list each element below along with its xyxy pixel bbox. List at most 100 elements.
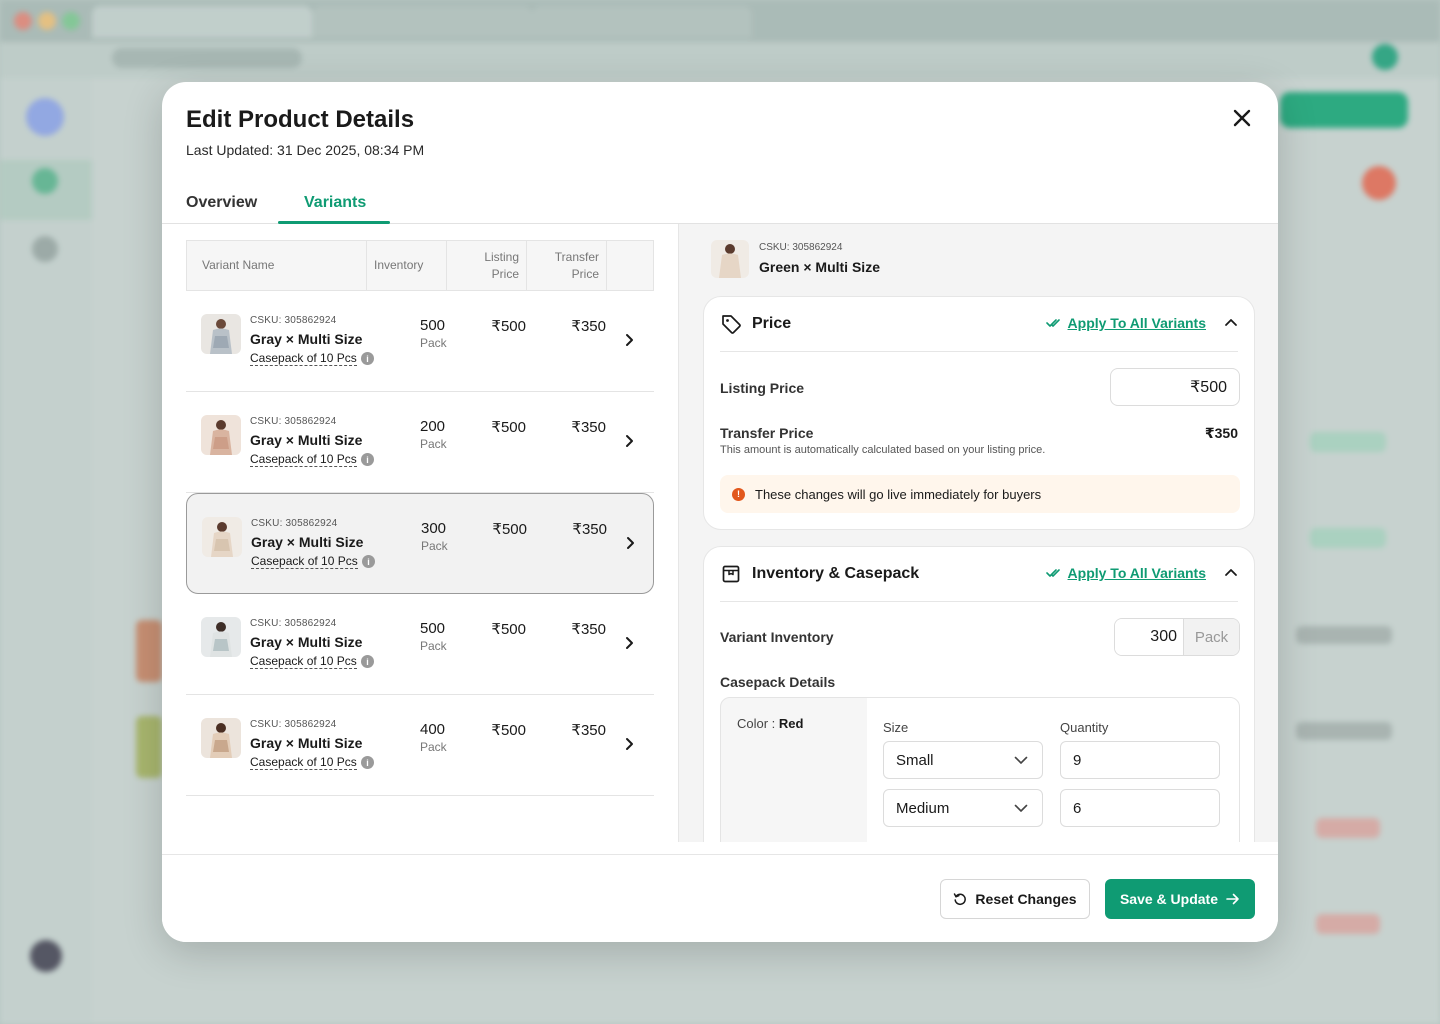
close-icon <box>1233 109 1251 127</box>
bg-sidebar-icon <box>32 236 58 262</box>
chevron-right-icon <box>626 334 633 346</box>
size-select[interactable]: Small <box>883 741 1043 779</box>
table-row[interactable]: CSKU: 305862924 Gray × Multi Size Casepa… <box>186 392 654 493</box>
chevron-up-icon[interactable] <box>1224 567 1238 577</box>
transfer-price-value: ₹350 <box>571 722 606 739</box>
chevron-up-icon[interactable] <box>1224 317 1238 327</box>
info-icon[interactable]: i <box>361 453 374 466</box>
column-divider <box>366 241 367 290</box>
apply-inventory-to-all-link[interactable]: Apply To All Variants <box>1045 565 1206 581</box>
column-header-inventory: Inventory <box>374 258 424 272</box>
bg-browser-tab <box>312 6 532 38</box>
transfer-price-value: ₹350 <box>571 419 606 436</box>
variant-thumbnail <box>202 517 242 557</box>
color-label: Color : <box>737 716 779 731</box>
listing-price-value: ₹500 <box>491 419 526 436</box>
listing-price-label: Listing Price <box>720 380 805 396</box>
close-button[interactable] <box>1228 104 1256 132</box>
listing-price-input[interactable] <box>1110 368 1240 406</box>
quantity-input[interactable] <box>1060 741 1220 779</box>
box-icon <box>722 565 740 583</box>
header-text: Transfer <box>554 249 599 264</box>
bg-window-dot <box>14 12 32 30</box>
variant-inventory-input[interactable] <box>1115 619 1183 655</box>
inventory-unit: Pack <box>420 336 447 350</box>
table-row[interactable]: CSKU: 305862924 Gray × Multi Size Casepa… <box>186 695 654 796</box>
inventory-value: 200 <box>420 418 446 435</box>
table-row[interactable]: CSKU: 305862924 Gray × Multi Size Casepa… <box>186 594 654 695</box>
info-icon[interactable]: i <box>361 756 374 769</box>
tab-variants[interactable]: Variants <box>304 194 366 212</box>
tab-overview[interactable]: Overview <box>186 194 257 212</box>
chevron-right-icon <box>627 537 634 549</box>
column-header-variant-name: Variant Name <box>202 258 275 272</box>
casepack-link[interactable]: Casepack of 10 Pcs <box>250 351 357 366</box>
info-icon[interactable]: i <box>361 352 374 365</box>
size-select[interactable]: Medium <box>883 789 1043 827</box>
table-row-selected[interactable]: CSKU: 305862924 Gray × Multi Size Casepa… <box>186 493 654 594</box>
size-select-value: Medium <box>896 799 950 817</box>
chevron-right-icon <box>626 637 633 649</box>
bg-browser-tab <box>532 6 752 38</box>
chevron-right-icon <box>626 738 633 750</box>
variant-name: Gray × Multi Size <box>250 634 363 650</box>
chevron-down-icon <box>1014 804 1028 812</box>
variant-thumbnail <box>201 415 241 455</box>
card-divider <box>720 601 1238 602</box>
reset-changes-button[interactable]: Reset Changes <box>940 879 1090 919</box>
listing-price-value: ₹500 <box>491 318 526 335</box>
bg-user-avatar <box>30 940 62 972</box>
variant-thumbnail <box>201 718 241 758</box>
bg-logo <box>26 98 64 136</box>
bg-product-thumb <box>136 716 162 778</box>
variant-csku: CSKU: 305862924 <box>250 416 337 427</box>
save-label: Save & Update <box>1119 891 1219 907</box>
variant-name: Gray × Multi Size <box>251 534 364 550</box>
bg-primary-button <box>1280 92 1408 128</box>
casepack-link[interactable]: Casepack of 10 Pcs <box>250 654 357 669</box>
transfer-price-value: ₹350 <box>571 318 606 335</box>
chevron-down-icon <box>1014 756 1028 764</box>
undo-icon <box>954 893 967 906</box>
listing-price-value: ₹500 <box>491 722 526 739</box>
variant-inventory-field: Pack <box>1114 618 1240 656</box>
variant-name: Gray × Multi Size <box>250 735 363 751</box>
transfer-price-value: ₹350 <box>571 621 606 638</box>
variant-detail-panel: CSKU: 305862924 Green × Multi Size Price… <box>678 224 1278 842</box>
variants-table: Variant Name Inventory Listing Price Tran… <box>186 240 654 796</box>
inventory-unit: Pack <box>420 437 447 451</box>
listing-price-value: ₹500 <box>491 621 526 638</box>
transfer-price-label: Transfer Price <box>720 425 814 441</box>
bg-status-pill <box>1310 528 1386 548</box>
inventory-value: 500 <box>420 620 446 637</box>
inventory-unit: Pack <box>420 639 447 653</box>
casepack-color: Color : Red <box>737 716 803 731</box>
bg-sidebar-icon <box>32 168 58 194</box>
selected-variant-csku: CSKU: 305862924 <box>759 242 843 253</box>
casepack-link[interactable]: Casepack of 10 Pcs <box>250 755 357 770</box>
inventory-unit: Pack <box>421 539 448 553</box>
tab-bar: Overview Variants <box>162 186 1278 224</box>
selected-variant-thumbnail <box>711 240 749 278</box>
live-changes-notice: ! These changes will go live immediately… <box>720 475 1240 513</box>
bg-status-pill <box>1310 432 1386 452</box>
info-icon[interactable]: i <box>362 555 375 568</box>
variant-csku: CSKU: 305862924 <box>251 518 338 529</box>
casepack-link[interactable]: Casepack of 10 Pcs <box>251 554 358 569</box>
casepack-link[interactable]: Casepack of 10 Pcs <box>250 452 357 467</box>
variant-thumbnail <box>201 617 241 657</box>
inventory-unit: Pack <box>420 740 447 754</box>
transfer-price-help: This amount is automatically calculated … <box>720 444 1046 456</box>
column-divider <box>606 241 607 290</box>
arrow-right-icon <box>1226 893 1239 905</box>
apply-all-label: Apply To All Variants <box>1067 565 1206 581</box>
price-card-title: Price <box>752 315 792 332</box>
quantity-input[interactable] <box>1060 789 1220 827</box>
listing-price-value: ₹500 <box>492 521 527 538</box>
table-row[interactable]: CSKU: 305862924 Gray × Multi Size Casepa… <box>186 291 654 392</box>
apply-all-label: Apply To All Variants <box>1067 315 1206 331</box>
bg-status-pill <box>1316 818 1380 838</box>
apply-price-to-all-link[interactable]: Apply To All Variants <box>1045 315 1206 331</box>
save-update-button[interactable]: Save & Update <box>1105 879 1255 919</box>
info-icon[interactable]: i <box>361 655 374 668</box>
